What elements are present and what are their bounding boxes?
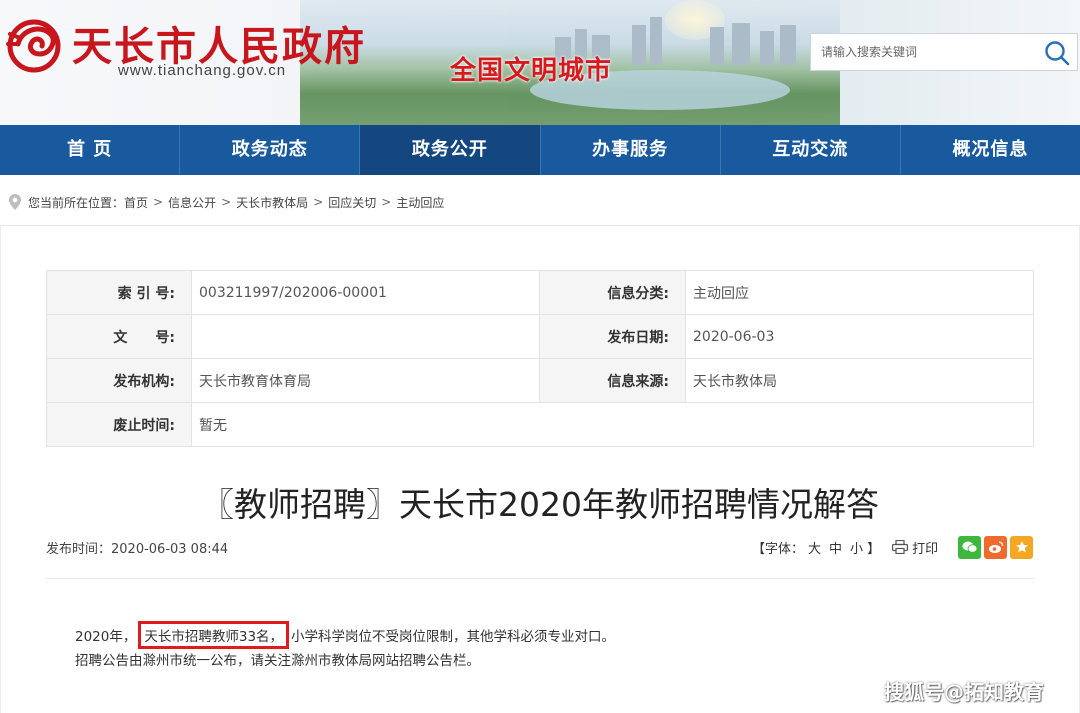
article-paragraph-2: 招聘公告由滁州市统一公布，请关注滁州市教体局网站招聘公告栏。: [75, 653, 480, 669]
print-button[interactable]: 打印: [912, 538, 938, 557]
breadcrumb-item-respond-concerns[interactable]: 回应关切: [328, 194, 376, 211]
breadcrumb-separator: >: [381, 195, 392, 209]
banner-building: [632, 25, 646, 65]
table-row: 文 号: 发布日期: 2020-06-03: [46, 314, 1034, 359]
font-size-close: 】: [867, 541, 881, 557]
info-source-value: 天长市教体局: [685, 358, 1034, 403]
weibo-icon[interactable]: [984, 535, 1008, 559]
article-tools: 【字体： 大 中 小 】 打印: [752, 535, 1034, 559]
qzone-icon[interactable]: [1010, 535, 1034, 559]
info-category-label: 信息分类:: [539, 270, 686, 315]
info-table: 索 引 号: 003211997/202006-00001 信息分类: 主动回应…: [46, 270, 1034, 447]
publish-date-label: 发布日期:: [539, 314, 686, 359]
nav-services[interactable]: 办事服务: [541, 125, 721, 175]
banner-building: [650, 17, 662, 65]
breadcrumb-separator: >: [153, 195, 164, 209]
table-row: 发布机构: 天长市教育体育局 信息来源: 天长市教体局: [46, 358, 1034, 403]
nav-overview[interactable]: 概况信息: [901, 125, 1080, 175]
breadcrumb-item-info-disclosure[interactable]: 信息公开: [168, 194, 216, 211]
publisher-label: 发布机构:: [46, 358, 192, 403]
breadcrumb-separator: >: [313, 195, 324, 209]
table-row: 索 引 号: 003211997/202006-00001 信息分类: 主动回应: [46, 270, 1034, 315]
breadcrumb: 您当前所在位置： 首页 > 信息公开 > 天长市教体局 > 回应关切 > 主动回…: [0, 188, 444, 216]
paragraph-text: 小学科学岗位不受岗位限制，其他学科必须专业对口。: [291, 629, 616, 645]
repeal-time-value: 暂无: [191, 402, 1034, 447]
document-number-label: 文 号:: [46, 314, 192, 359]
table-row: 废止时间: 暂无: [46, 402, 1034, 447]
location-pin-icon: [9, 194, 21, 210]
breadcrumb-prefix: 您当前所在位置：: [28, 195, 125, 210]
search-icon[interactable]: [1043, 39, 1071, 67]
publish-time: 发布时间：2020-06-03 08:44: [46, 542, 229, 557]
banner-building: [710, 27, 724, 65]
article-title: 〖教师招聘〗天长市2020年教师招聘情况解答: [201, 485, 879, 524]
article-paragraph-1: 2020年， 天长市招聘教师33名， 小学科学岗位不受岗位限制，其他学科必须专业对口…: [75, 621, 615, 649]
banner-building: [780, 25, 796, 65]
font-size-label: 【字体：: [752, 541, 805, 557]
banner-building: [760, 31, 774, 65]
site-url: www.tianchang.gov.cn: [118, 62, 287, 79]
main-nav: 首 页 政务动态 政务公开 办事服务 互动交流 概况信息: [0, 125, 1080, 175]
info-category-value: 主动回应: [685, 270, 1034, 315]
search-input[interactable]: [811, 34, 1039, 70]
nav-home[interactable]: 首 页: [0, 125, 181, 175]
nav-government-disclosure[interactable]: 政务公开: [360, 125, 541, 175]
breadcrumb-item-education-bureau[interactable]: 天长市教体局: [236, 194, 308, 211]
government-logo-icon[interactable]: [4, 14, 64, 74]
highlighted-text: 天长市招聘教师33名，: [138, 621, 290, 649]
index-number-label: 索 引 号:: [46, 270, 192, 315]
index-number-value: 003211997/202006-00001: [191, 270, 540, 315]
nav-interaction[interactable]: 互动交流: [721, 125, 901, 175]
breadcrumb-separator: >: [221, 195, 232, 209]
font-size-medium[interactable]: 中: [829, 538, 842, 557]
nav-government-news[interactable]: 政务动态: [180, 125, 361, 175]
breadcrumb-item-active-response[interactable]: 主动回应: [396, 194, 444, 211]
watermark: 搜狐号@拓知教育: [884, 680, 1044, 704]
printer-icon[interactable]: [892, 540, 909, 554]
font-size-small[interactable]: 小: [850, 538, 863, 557]
font-size-large[interactable]: 大: [808, 538, 821, 557]
breadcrumb-item-home[interactable]: 首页: [124, 194, 148, 211]
repeal-time-label: 废止时间:: [46, 402, 192, 447]
site-header: 天长市人民政府 www.tianchang.gov.cn 全国文明城市: [0, 0, 1080, 125]
info-source-label: 信息来源:: [539, 358, 686, 403]
banner-building: [732, 23, 750, 65]
document-number-value: [191, 314, 540, 359]
publisher-value: 天长市教育体育局: [191, 358, 540, 403]
search-box: [810, 33, 1078, 71]
content-divider: [46, 578, 1034, 579]
civilized-city-slogan: 全国文明城市: [450, 56, 613, 86]
wechat-icon[interactable]: [958, 535, 982, 559]
paragraph-text: 2020年，: [75, 629, 137, 645]
publish-date-value: 2020-06-03: [685, 314, 1034, 359]
